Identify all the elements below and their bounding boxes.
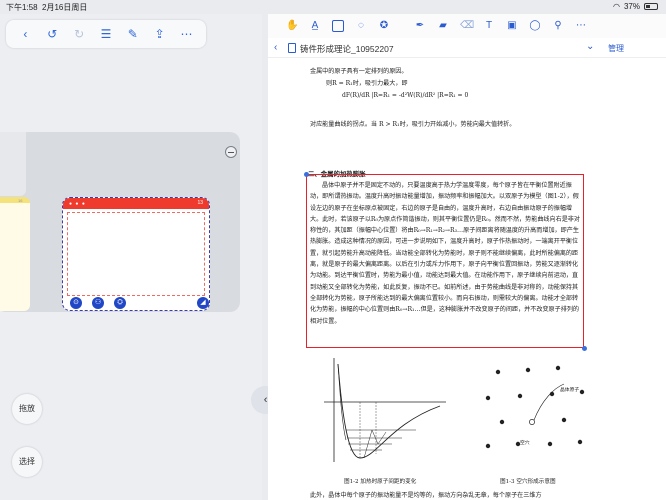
- ai-icon[interactable]: ✪: [378, 20, 390, 32]
- right-pane: ✋ A̲ ◌ ✪ ✒ ▰ ⌫ T ▣ ◯ ⚲ ⋯ ‹ 铸件形成理论_109522…: [268, 14, 666, 500]
- select-button[interactable]: 选择: [12, 447, 42, 477]
- selection-handle-top-left[interactable]: [304, 172, 309, 177]
- manage-button[interactable]: 管理: [608, 43, 624, 54]
- note-number: 16: [18, 198, 23, 203]
- status-bar: 下午1:58 2月16日周日 ◠ 37%: [0, 0, 666, 14]
- figure-1-3-caption: 图1-3 空穴形成示意图: [500, 479, 556, 485]
- battery-icon: [644, 3, 658, 10]
- document-title[interactable]: 铸件形成理论_10952207: [300, 43, 394, 55]
- highlighter-icon[interactable]: ▰: [437, 20, 449, 32]
- list-icon[interactable]: ☰: [99, 27, 113, 41]
- status-right: ◠ 37%: [613, 2, 658, 11]
- selection-highlight-box[interactable]: [306, 174, 584, 348]
- selection-handle-bottom-right[interactable]: [582, 346, 587, 351]
- textbox-icon[interactable]: T: [483, 20, 495, 32]
- pdf-page[interactable]: 金属中的原子具有一定排列的原因。 则R = R₁时，吸引力最大，即 dF(R)/…: [268, 60, 666, 500]
- collapse-minus-button[interactable]: [225, 146, 237, 158]
- document-header: ‹ 铸件形成理论_10952207 ⌄ 管理: [268, 38, 666, 58]
- note-dots-icon: ● ● ●: [69, 201, 86, 207]
- left-pane: ‹ ↺ ↻ ☰ ✎ ⇪ ⋯ 16 ● ● ● 13 ⊙ ⚇ ⛭ ◢ 拖放 选择: [0, 14, 262, 500]
- edit-icon[interactable]: ✎: [126, 27, 140, 41]
- back-icon[interactable]: ‹: [18, 27, 32, 41]
- drag-button[interactable]: 拖放: [12, 394, 42, 424]
- image-icon[interactable]: ▣: [506, 20, 518, 32]
- potential-energy-figure: [324, 358, 446, 462]
- file-icon: [288, 43, 296, 53]
- lasso-icon[interactable]: ◌: [355, 20, 367, 32]
- figure-1-2-caption: 图1-2 加热时原子间距的变化: [344, 479, 417, 485]
- vacancy-figure: [485, 365, 585, 449]
- fig-label-vacancy: 空穴: [520, 441, 530, 446]
- left-toolbar: ‹ ↺ ↻ ☰ ✎ ⇪ ⋯: [6, 20, 206, 48]
- equation-explain: 对应能量曲线的拐点。当 R > R₁时，吸引力开始减小，势能向最大值转折。: [310, 121, 516, 128]
- link-icon[interactable]: ⊙: [70, 297, 82, 309]
- status-time-date: 下午1:58 2月16日周日: [6, 3, 88, 12]
- equation: dF(R)/dR |R=R₁ = -d²W(R)/dR² |R=R₁ = 0: [342, 92, 469, 99]
- redo-icon[interactable]: ↻: [72, 27, 86, 41]
- more-icon[interactable]: ⋯: [179, 27, 193, 41]
- selection-box-icon[interactable]: [332, 20, 344, 32]
- canvas-inner-panel: [0, 132, 26, 196]
- bottom-line: 此外，晶体中每个原子的振动能量不是均等的，振动方向杂乱无章，每个原子在三维方: [310, 492, 542, 499]
- share-icon[interactable]: ⇪: [153, 27, 167, 41]
- equation-line: 则R = R₁时，吸引力最大，即: [326, 80, 408, 87]
- connect-icon[interactable]: ⛭: [114, 297, 126, 309]
- eraser-icon[interactable]: ⌫: [460, 20, 474, 32]
- pen-icon[interactable]: ✒: [414, 20, 426, 32]
- undo-icon[interactable]: ↺: [45, 27, 59, 41]
- more-icon[interactable]: ⋯: [575, 20, 587, 32]
- back-icon[interactable]: ‹: [274, 42, 277, 53]
- note-body: [67, 212, 205, 296]
- resize-icon[interactable]: ◢: [197, 297, 209, 309]
- battery-percent: 37%: [623, 2, 640, 11]
- hand-icon[interactable]: ✋: [286, 20, 298, 32]
- shape-icon[interactable]: ◯: [529, 20, 541, 32]
- yellow-note-card[interactable]: 16: [0, 197, 30, 311]
- intro-line: 金属中的原子具有一定排列的原因。: [310, 68, 408, 75]
- annotation-toolbar: ✋ A̲ ◌ ✪ ✒ ▰ ⌫ T ▣ ◯ ⚲ ⋯: [268, 14, 666, 38]
- text-underline-icon[interactable]: A̲: [309, 20, 321, 32]
- wifi-icon: ◠: [613, 2, 620, 11]
- camera-icon[interactable]: ⚲: [552, 20, 564, 32]
- red-note-card[interactable]: ● ● ● 13: [62, 197, 210, 311]
- chevron-down-icon[interactable]: ⌄: [586, 41, 594, 52]
- group-icon[interactable]: ⚇: [92, 297, 104, 309]
- note-number: 13: [197, 200, 203, 206]
- fig-label-crystal-atom: 晶体原子: [560, 388, 580, 393]
